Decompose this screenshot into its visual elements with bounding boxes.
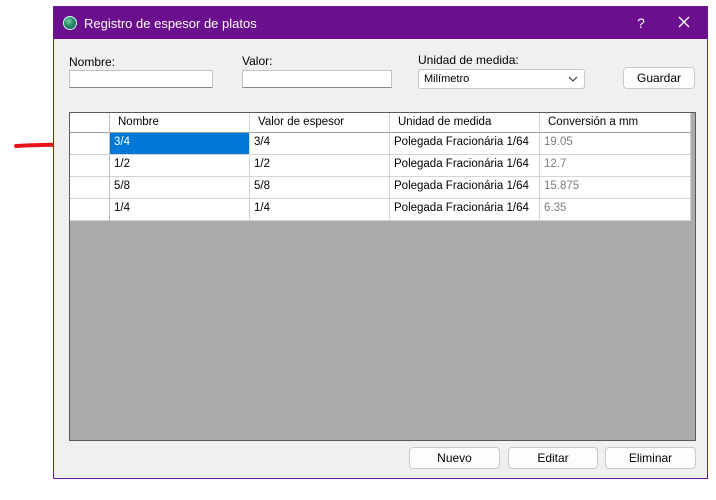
column-header-conversion[interactable]: Conversión a mm	[540, 113, 691, 133]
row-header[interactable]	[70, 199, 110, 221]
column-header-valor[interactable]: Valor de espesor	[250, 113, 390, 133]
table-cell-nombre[interactable]: 1/4	[110, 199, 250, 221]
unidad-label: Unidad de medida:	[418, 53, 519, 67]
column-header-nombre[interactable]: Nombre	[110, 113, 250, 133]
close-button[interactable]	[671, 11, 697, 35]
table-cell-valor[interactable]: 1/2	[250, 155, 390, 177]
close-icon	[678, 16, 690, 28]
table-cell-conversion[interactable]: 15.875	[540, 177, 691, 199]
nuevo-button[interactable]: Nuevo	[409, 447, 500, 469]
table-cell-conversion[interactable]: 19.05	[540, 133, 691, 155]
valor-label: Valor:	[242, 54, 273, 68]
data-grid[interactable]: Nombre Valor de espesor Unidad de medida…	[69, 112, 696, 441]
grid-corner-header	[70, 113, 110, 133]
row-header[interactable]	[70, 155, 110, 177]
guardar-button[interactable]: Guardar	[623, 67, 695, 89]
editar-button[interactable]: Editar	[508, 447, 598, 469]
help-button[interactable]: ?	[628, 11, 654, 35]
nombre-input[interactable]	[69, 70, 213, 88]
unidad-selected-value: Milímetro	[424, 73, 470, 85]
table-cell-nombre[interactable]: 1/2	[110, 155, 250, 177]
app-globe-icon	[63, 16, 77, 30]
unidad-select[interactable]: Milímetro	[418, 69, 585, 89]
table-cell-valor[interactable]: 1/4	[250, 199, 390, 221]
table-cell-nombre[interactable]: 3/4	[110, 133, 250, 155]
table-cell-unidad[interactable]: Polegada Fracionária 1/64	[390, 199, 540, 221]
table-cell-unidad[interactable]: Polegada Fracionária 1/64	[390, 155, 540, 177]
table-cell-unidad[interactable]: Polegada Fracionária 1/64	[390, 133, 540, 155]
table-cell-conversion[interactable]: 12.7	[540, 155, 691, 177]
table-cell-valor[interactable]: 3/4	[250, 133, 390, 155]
valor-input[interactable]	[242, 70, 392, 88]
table-cell-nombre[interactable]: 5/8	[110, 177, 250, 199]
dialog-window: Registro de espesor de platos ? Nombre: …	[53, 6, 708, 479]
eliminar-button[interactable]: Eliminar	[605, 447, 696, 469]
column-header-unidad[interactable]: Unidad de medida	[390, 113, 540, 133]
nombre-label: Nombre:	[69, 55, 116, 69]
title-bar: Registro de espesor de platos ?	[54, 7, 707, 39]
chevron-down-icon	[568, 76, 578, 82]
window-title: Registro de espesor de platos	[84, 16, 257, 31]
table-cell-conversion[interactable]: 6.35	[540, 199, 691, 221]
table-cell-valor[interactable]: 5/8	[250, 177, 390, 199]
row-header[interactable]	[70, 133, 110, 155]
row-header[interactable]	[70, 177, 110, 199]
table-cell-unidad[interactable]: Polegada Fracionária 1/64	[390, 177, 540, 199]
